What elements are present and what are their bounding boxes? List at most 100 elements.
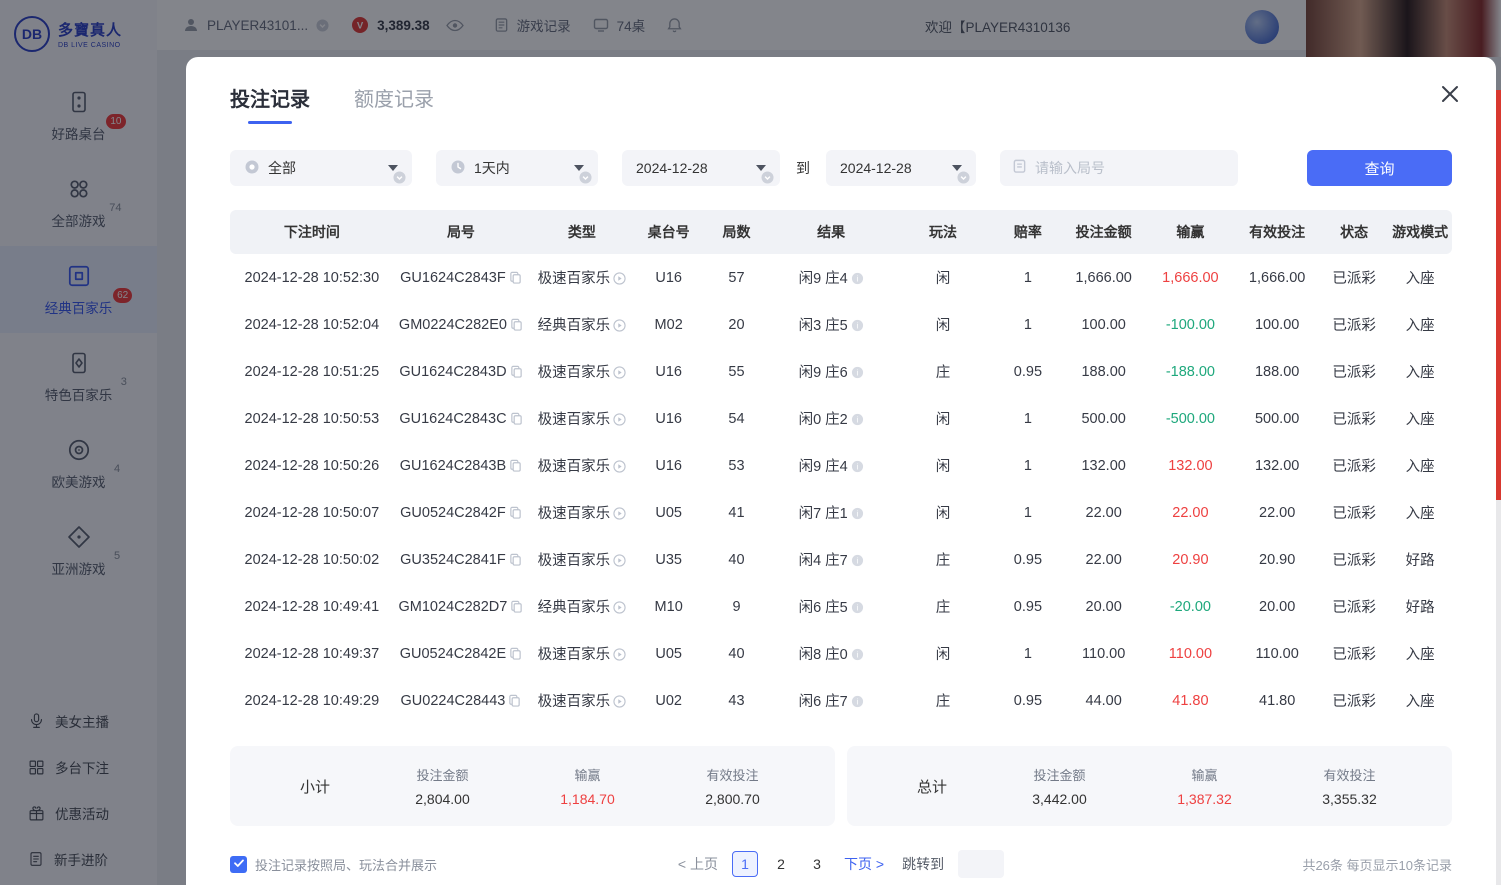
cell-valid-bet: 20.90 (1234, 552, 1320, 568)
cell-round-no: 40 (702, 552, 772, 568)
cell-round-id: GU0524C2842E (394, 646, 528, 662)
cell-play-type: 闲 (891, 643, 995, 664)
cell-bet-amount: 22.00 (1061, 552, 1147, 568)
table-row: 2024-12-28 10:50:07 GU0524C2842F 极速百家乐 U… (230, 489, 1452, 536)
bet-records-modal: 投注记录 额度记录 全部 1天内 2024-12-28 到 2024-12-28… (186, 57, 1496, 885)
cell-game-mode: 入座 (1388, 267, 1452, 288)
cell-bet-amount: 22.00 (1061, 505, 1147, 521)
cell-game-mode: 入座 (1388, 408, 1452, 429)
info-icon[interactable]: i (851, 648, 864, 661)
info-icon[interactable]: i (851, 554, 864, 567)
cell-result: 闲6 庄5i (771, 596, 891, 617)
chevron-down-icon (574, 165, 584, 171)
cell-status: 已派彩 (1320, 314, 1388, 335)
page-button[interactable]: 1 (732, 851, 758, 877)
play-icon[interactable] (613, 413, 626, 426)
check-icon (233, 857, 245, 872)
cell-round-no: 20 (702, 317, 772, 333)
category-select[interactable]: 全部 (230, 150, 412, 186)
date-to-select[interactable]: 2024-12-28 (826, 150, 976, 186)
column-header: 状态 (1320, 222, 1388, 242)
date-from-select[interactable]: 2024-12-28 (622, 150, 780, 186)
cell-bet-time: 2024-12-28 10:52:04 (230, 317, 394, 333)
play-icon[interactable] (613, 319, 626, 332)
info-icon[interactable]: i (851, 507, 864, 520)
bet-table-header: 下注时间局号类型桌台号局数结果玩法赔率投注金额输赢有效投注状态游戏模式 (230, 210, 1452, 254)
cell-round-id: GU0224C28443 (394, 693, 528, 709)
time-range-select[interactable]: 1天内 (436, 150, 598, 186)
category-icon (244, 159, 260, 178)
cell-bet-amount: 44.00 (1061, 693, 1147, 709)
info-icon[interactable]: i (851, 695, 864, 708)
cell-result: 闲0 庄2i (771, 408, 891, 429)
cell-win-loss: -100.00 (1146, 317, 1234, 333)
play-icon[interactable] (613, 695, 626, 708)
next-page-button[interactable]: 下页 > (844, 854, 884, 874)
copy-icon[interactable] (510, 365, 523, 378)
cell-result: 闲4 庄7i (771, 549, 891, 570)
play-icon[interactable] (613, 366, 626, 379)
jump-to-label: 跳转到 (902, 854, 944, 874)
cell-odds: 1 (995, 411, 1061, 427)
svg-text:i: i (856, 650, 858, 659)
cell-odds: 1 (995, 270, 1061, 286)
cell-odds: 0.95 (995, 552, 1061, 568)
merge-checkbox[interactable] (230, 856, 247, 873)
play-icon[interactable] (613, 648, 626, 661)
info-icon[interactable]: i (851, 272, 864, 285)
copy-icon[interactable] (510, 318, 523, 331)
copy-icon[interactable] (509, 459, 522, 472)
close-button[interactable] (1436, 81, 1464, 109)
round-number-input[interactable] (1035, 160, 1226, 176)
cell-play-type: 闲 (891, 455, 995, 476)
cell-odds: 0.95 (995, 599, 1061, 615)
cell-status: 已派彩 (1320, 455, 1388, 476)
cell-odds: 1 (995, 317, 1061, 333)
play-icon[interactable] (613, 460, 626, 473)
svg-text:i: i (856, 509, 858, 518)
info-icon[interactable]: i (851, 366, 864, 379)
cell-bet-time: 2024-12-28 10:50:53 (230, 411, 394, 427)
cell-game-mode: 入座 (1388, 502, 1452, 523)
cell-round-id: GU3524C2841F (394, 552, 528, 568)
cell-play-type: 闲 (891, 408, 995, 429)
play-icon[interactable] (613, 507, 626, 520)
tab-bet-records[interactable]: 投注记录 (230, 83, 310, 124)
info-icon[interactable]: i (851, 601, 864, 614)
copy-icon[interactable] (510, 600, 523, 613)
page-button[interactable]: 3 (804, 851, 830, 877)
play-icon[interactable] (613, 272, 626, 285)
column-header: 局数 (702, 222, 772, 242)
info-icon[interactable]: i (851, 460, 864, 473)
info-icon[interactable]: i (851, 413, 864, 426)
filter-bar: 全部 1天内 2024-12-28 到 2024-12-28 查询 (230, 150, 1452, 186)
query-button[interactable]: 查询 (1307, 150, 1452, 186)
copy-icon[interactable] (510, 412, 523, 425)
cell-game-type: 极速百家乐 (528, 643, 636, 664)
page-button[interactable]: 2 (768, 851, 794, 877)
column-header: 赔率 (995, 222, 1061, 242)
cell-status: 已派彩 (1320, 643, 1388, 664)
jump-to-input[interactable] (958, 850, 1004, 878)
copy-icon[interactable] (509, 553, 522, 566)
copy-icon[interactable] (509, 506, 522, 519)
cell-result: 闲9 庄4i (771, 267, 891, 288)
play-icon[interactable] (613, 554, 626, 567)
cell-valid-bet: 41.80 (1234, 693, 1320, 709)
prev-page-button[interactable]: < 上页 (678, 854, 718, 874)
subtotal-label: 小计 (260, 776, 370, 797)
cell-round-id: GM0224C282E0 (394, 317, 528, 333)
cell-win-loss: -188.00 (1146, 364, 1234, 380)
cell-status: 已派彩 (1320, 502, 1388, 523)
tab-quota-records[interactable]: 额度记录 (354, 83, 434, 124)
play-icon[interactable] (613, 601, 626, 614)
info-icon[interactable]: i (851, 319, 864, 332)
cell-round-id: GU1624C2843B (394, 458, 528, 474)
copy-icon[interactable] (509, 647, 522, 660)
copy-icon[interactable] (509, 271, 522, 284)
cell-result: 闲9 庄4i (771, 455, 891, 476)
cell-game-type: 极速百家乐 (528, 408, 636, 429)
copy-icon[interactable] (508, 694, 521, 707)
total-box: 总计 投注金额 3,442.00 输赢 1,387.32 有效投注 3,355.… (847, 746, 1452, 826)
cell-table-no: U02 (636, 693, 702, 709)
